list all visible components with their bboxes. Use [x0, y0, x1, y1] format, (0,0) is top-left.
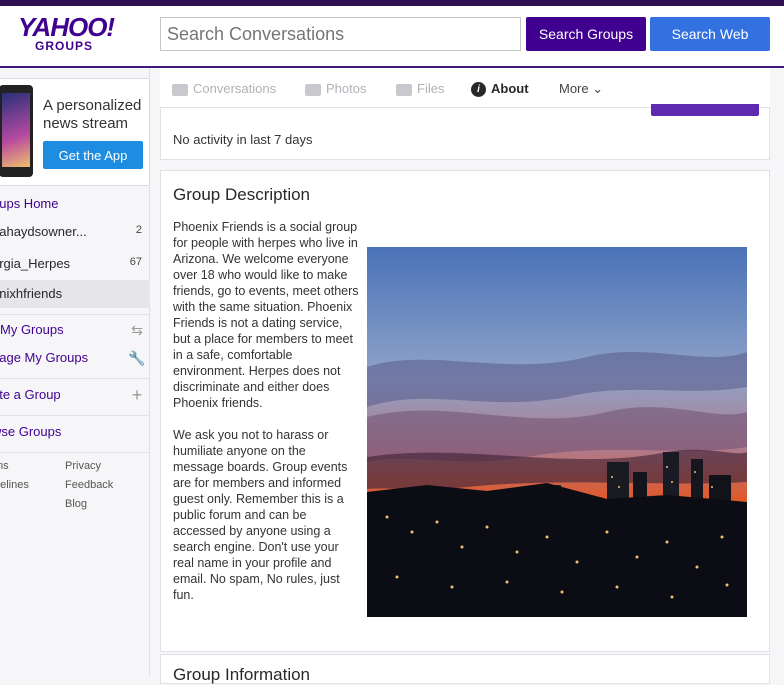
sidebar-item-label: oups Home	[0, 196, 58, 211]
yahoo-groups-logo[interactable]: YAHOO! GROUPS	[18, 14, 110, 52]
divider	[0, 452, 150, 453]
tab-files[interactable]: Files	[396, 81, 444, 96]
sidebar-item-label: orgia_Herpes	[0, 256, 70, 271]
group-description-text: Phoenix Friends is a social group for pe…	[173, 219, 359, 603]
get-the-app-button[interactable]: Get the App	[43, 141, 143, 169]
sidebar-item-browse-groups[interactable]: wse Groups	[0, 424, 150, 444]
divider	[0, 415, 150, 416]
group-description-card: Group Description Phoenix Friends is a s…	[160, 170, 770, 652]
search-web-button[interactable]: Search Web	[650, 17, 770, 51]
sidebar-item-groups-home[interactable]: oups Home	[0, 196, 150, 214]
my-groups-icon: ⇆	[128, 322, 146, 340]
tab-about[interactable]: i About	[471, 81, 529, 97]
tab-label: Files	[417, 81, 444, 96]
search-groups-button[interactable]: Search Groups	[526, 17, 646, 51]
tab-label: About	[491, 81, 529, 96]
camera-icon	[305, 84, 321, 96]
footer-link-privacy[interactable]: Privacy	[65, 460, 101, 472]
section-title: Group Information	[173, 665, 310, 685]
join-group-button[interactable]	[651, 104, 759, 116]
sidebar-item-label: ate a Group	[0, 387, 61, 402]
footer-link-terms[interactable]: ms	[0, 460, 9, 472]
ad-headline: A personalized news stream	[43, 97, 147, 133]
sidebar-item-manage-my-groups[interactable]: nage My Groups 🔧	[0, 350, 150, 370]
footer-link-guidelines[interactable]: delines	[0, 479, 29, 491]
tab-label: Conversations	[193, 81, 276, 96]
plus-icon: +	[128, 387, 146, 405]
sidebar-item-group[interactable]: nahaydsowner... 2	[0, 224, 150, 244]
tab-photos[interactable]: Photos	[305, 81, 366, 96]
chevron-down-icon: ⌄	[592, 81, 603, 96]
sidebar-item-my-groups[interactable]: My Groups ⇆	[0, 322, 150, 342]
sidebar-item-label: My Groups	[0, 322, 64, 337]
activity-status: No activity in last 7 days	[173, 132, 312, 147]
logo-main-text: YAHOO!	[18, 14, 110, 40]
conversations-icon	[172, 84, 188, 96]
tab-label: Photos	[326, 81, 366, 96]
search-conversations-input[interactable]	[160, 17, 521, 51]
sidebar-item-label: nahaydsowner...	[0, 224, 87, 239]
footer-link-feedback[interactable]: Feedback	[65, 479, 113, 491]
group-cover-photo	[367, 247, 747, 617]
phone-image	[0, 85, 33, 177]
app-promo-ad[interactable]: A personalized news stream Get the App	[0, 78, 150, 186]
sidebar-item-create-group[interactable]: ate a Group +	[0, 387, 150, 407]
group-tabs: Conversations Photos Files i About More ⌄	[160, 68, 770, 108]
footer-link-blog[interactable]: Blog	[65, 498, 87, 510]
wrench-icon: 🔧	[128, 350, 146, 368]
header: YAHOO! GROUPS Search Groups Search Web	[0, 6, 784, 68]
sidebar-item-label: enixhfriends	[0, 286, 62, 301]
info-icon: i	[471, 82, 486, 97]
group-information-card: Group Information	[160, 654, 770, 684]
tab-more[interactable]: More ⌄	[559, 81, 603, 97]
section-title: Group Description	[173, 185, 310, 205]
tab-label: More	[559, 81, 589, 96]
unread-count: 67	[130, 256, 142, 268]
sidebar-item-group[interactable]: orgia_Herpes 67	[0, 256, 150, 276]
unread-count: 2	[136, 224, 142, 236]
sidebar: A personalized news stream Get the App o…	[0, 68, 150, 676]
sidebar-item-label: nage My Groups	[0, 350, 88, 365]
sidebar-item-label: wse Groups	[0, 424, 61, 439]
sidebar-item-group-active[interactable]: enixhfriends	[0, 280, 150, 308]
divider	[0, 314, 150, 315]
folder-icon	[396, 84, 412, 96]
tab-conversations[interactable]: Conversations	[172, 81, 276, 96]
divider	[0, 378, 150, 379]
